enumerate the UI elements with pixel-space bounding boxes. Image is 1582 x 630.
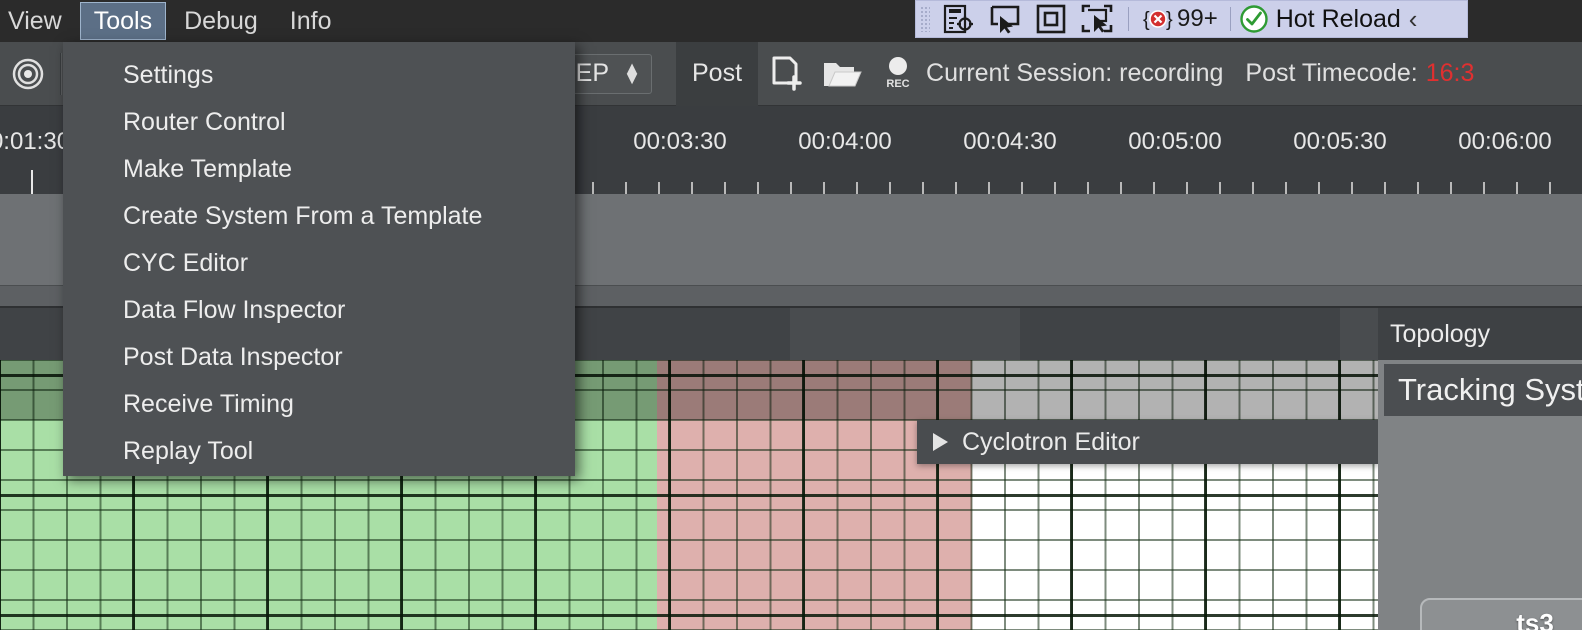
cyclotron-editor-bar[interactable]: Cyclotron Editor — [917, 420, 1379, 464]
menu-item-tools[interactable]: Tools — [79, 2, 167, 40]
ruler-label: 00:06:00 — [1458, 128, 1552, 155]
ruler-tick-minor — [856, 182, 858, 194]
panel-band-segment — [790, 308, 1020, 360]
ruler-label: 00:03:30 — [633, 128, 727, 155]
brace-error-icon: { } — [1143, 9, 1173, 31]
topology-header: Topology — [1378, 308, 1582, 360]
topology-node-ts3[interactable]: ts3 — [1420, 598, 1582, 630]
ruler-tick-minor — [1252, 182, 1254, 194]
ruler-label: 00:04:30 — [963, 128, 1057, 155]
select-widget-icon[interactable] — [982, 2, 1028, 36]
ruler-tick-minor — [1351, 182, 1353, 194]
inspect-element-icon[interactable] — [936, 2, 982, 36]
topology-subheader[interactable]: Tracking Syst — [1384, 364, 1582, 416]
ruler-tick-minor — [988, 182, 990, 194]
ruler-label: 00:05:30 — [1293, 128, 1387, 155]
pick-widget-icon[interactable] — [1074, 2, 1120, 36]
cyclotron-editor-label: Cyclotron Editor — [962, 427, 1140, 456]
ruler-tick-minor — [889, 182, 891, 194]
post-button-label: Post — [692, 59, 743, 87]
new-document-icon[interactable] — [758, 42, 814, 106]
toolbar-drag-handle[interactable] — [920, 6, 930, 32]
svg-text:}: } — [1166, 9, 1173, 31]
check-circle-icon — [1240, 5, 1268, 33]
ruler-tick-minor — [790, 182, 792, 194]
inspector-toolbar: { } 99+ Hot Reload ‹ — [915, 0, 1468, 38]
ruler-label: 0:01:30 — [0, 128, 71, 155]
post-button[interactable]: Post — [676, 41, 759, 106]
hot-reload-button[interactable]: Hot Reload — [1239, 4, 1407, 34]
topology-panel: Topology Tracking Syst ts3 — [1378, 308, 1582, 630]
open-folder-icon[interactable] — [814, 42, 870, 106]
ruler-tick-minor — [1186, 182, 1188, 194]
concentric-target-icon[interactable] — [0, 42, 56, 106]
menu-option-receive-timing[interactable]: Receive Timing — [63, 381, 575, 428]
topology-title: Topology — [1390, 319, 1491, 348]
menu-option-create-system-from-template[interactable]: Create System From a Template — [63, 193, 575, 240]
toolbar-divider — [60, 52, 62, 95]
menu-option-make-template[interactable]: Make Template — [63, 146, 575, 193]
svg-text:REC: REC — [886, 78, 909, 90]
ruler-label: 00:05:00 — [1128, 128, 1222, 155]
ruler-tick-minor — [1384, 182, 1386, 194]
menu-option-post-data-inspector[interactable]: Post Data Inspector — [63, 334, 575, 381]
rec-icon[interactable]: REC — [870, 42, 926, 106]
menu-option-data-flow-inspector[interactable]: Data Flow Inspector — [63, 287, 575, 334]
ruler-tick-minor — [592, 182, 594, 194]
error-count-label: 99+ — [1177, 5, 1218, 32]
error-count-badge[interactable]: { } 99+ — [1137, 5, 1222, 33]
ruler-tick-minor — [1219, 182, 1221, 194]
tools-dropdown-menu[interactable]: Settings Router Control Make Template Cr… — [63, 42, 575, 476]
topology-body[interactable]: ts3 — [1384, 416, 1582, 630]
ruler-tick-minor — [823, 182, 825, 194]
triangle-right-icon[interactable] — [933, 433, 948, 451]
ruler-tick-minor — [658, 182, 660, 194]
svg-text:{: { — [1143, 9, 1150, 31]
current-session-label: Current Session: recording — [926, 59, 1224, 87]
post-timecode-value: 16:3 — [1425, 59, 1475, 87]
ruler-tick-minor — [1021, 182, 1023, 194]
ruler-tick-minor — [1417, 182, 1419, 194]
menu-item-view[interactable]: View — [0, 2, 76, 40]
chevron-left-icon[interactable]: ‹ — [1407, 4, 1424, 35]
ruler-tick-minor — [757, 182, 759, 194]
ruler-tick-minor — [1318, 182, 1320, 194]
ruler-tick-major — [31, 170, 33, 194]
menu-option-settings[interactable]: Settings — [63, 52, 575, 99]
menu-item-debug[interactable]: Debug — [170, 2, 272, 40]
toolbar-separator — [1128, 7, 1129, 31]
ruler-tick-minor — [1153, 182, 1155, 194]
menu-option-cyc-editor[interactable]: CYC Editor — [63, 240, 575, 287]
ruler-tick-minor — [1120, 182, 1122, 194]
ruler-tick-minor — [1450, 182, 1452, 194]
menu-option-replay-tool[interactable]: Replay Tool — [63, 428, 575, 475]
ruler-tick-minor — [1285, 182, 1287, 194]
ruler-tick-minor — [955, 182, 957, 194]
ruler-tick-minor — [625, 182, 627, 194]
topology-node-label: ts3 — [1516, 607, 1554, 630]
menu-item-info[interactable]: Info — [276, 2, 346, 40]
ruler-tick-minor — [691, 182, 693, 194]
ruler-tick-minor — [922, 182, 924, 194]
ruler-tick-minor — [724, 182, 726, 194]
post-timecode-label: Post Timecode: — [1245, 59, 1418, 87]
ruler-tick-minor — [1549, 182, 1551, 194]
application-window: 0:01:30 00:03:30 00:04:00 00:04:30 00:05… — [0, 0, 1582, 630]
toolbar-separator-2 — [1229, 7, 1231, 31]
ruler-label: 00:04:00 — [798, 128, 892, 155]
tracking-system-label: Tracking Syst — [1398, 372, 1582, 407]
widget-box-icon[interactable] — [1028, 2, 1074, 36]
spinner-arrows-icon[interactable]: ▲ ▼ — [623, 59, 641, 87]
menu-option-router-control[interactable]: Router Control — [63, 99, 575, 146]
ruler-tick-minor — [1054, 182, 1056, 194]
hot-reload-label: Hot Reload — [1275, 4, 1401, 33]
ruler-tick-minor — [1483, 182, 1485, 194]
ruler-tick-minor — [1087, 182, 1089, 194]
ruler-tick-minor — [1516, 182, 1518, 194]
